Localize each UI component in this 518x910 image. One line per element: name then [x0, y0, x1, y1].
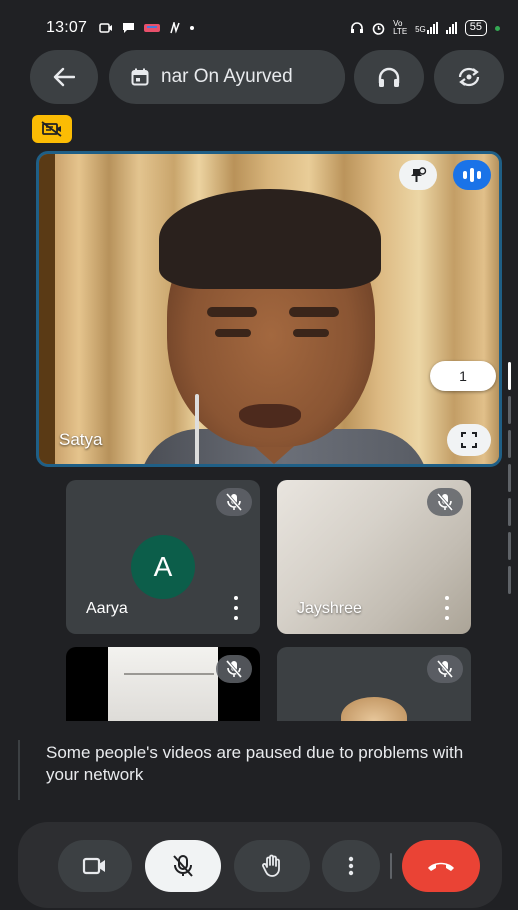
scroll-segment: [508, 396, 511, 424]
dot: [445, 616, 449, 620]
hair: [159, 189, 381, 289]
pin-icon: [411, 167, 427, 182]
n-app-icon: [170, 22, 180, 34]
main-tile-name: Satya: [59, 430, 103, 449]
audio-level-icon: [463, 171, 467, 179]
video-camera-icon: [82, 857, 105, 875]
audio-level-indicator: [453, 160, 491, 190]
dot: [234, 606, 238, 610]
right-eye: [293, 329, 329, 337]
end-call-button[interactable]: [402, 840, 480, 892]
scroll-segment: [508, 566, 511, 594]
video-paused-badge[interactable]: [32, 115, 72, 143]
five-g-signal: 5G: [415, 22, 438, 34]
left-eye: [215, 329, 251, 337]
mic-off-icon: [437, 493, 453, 511]
more-vert-icon: [348, 856, 354, 876]
chat-icon: [123, 23, 135, 33]
participant-tile[interactable]: [66, 647, 260, 721]
raise-hand-icon: [262, 854, 280, 877]
back-button[interactable]: [30, 50, 98, 104]
avatar: A: [131, 535, 195, 599]
participant-tile[interactable]: A Aarya: [66, 480, 260, 634]
scroll-segment: [508, 430, 511, 458]
scroll-segment: [508, 362, 511, 390]
headset-status-icon: [351, 22, 364, 33]
muted-indicator: [427, 488, 463, 516]
participant-name: Jayshree: [297, 600, 362, 617]
speaker-video-feed: [139, 189, 429, 464]
audio-bar: [470, 168, 474, 182]
controls-separator: [390, 853, 392, 879]
fullscreen-icon: [461, 432, 477, 448]
tile-scrollbar[interactable]: [508, 362, 512, 602]
headphones-icon: [378, 67, 400, 87]
meeting-title-pill[interactable]: nar On Ayurved: [109, 50, 345, 104]
meeting-title: nar On Ayurved: [161, 66, 293, 87]
switch-camera-icon: [458, 67, 480, 87]
status-right-icons: Vo LTE 5G 55: [350, 20, 500, 36]
alarm-icon: [372, 22, 385, 35]
signal-bars-icon: [445, 22, 457, 34]
calendar-icon: [131, 68, 149, 86]
mic-off-icon: [226, 660, 242, 678]
participant-tile[interactable]: [277, 647, 471, 721]
mic-off-icon: [437, 660, 453, 678]
participant-name: Aarya: [86, 600, 128, 617]
network-notice: Some people's videos are paused due to p…: [0, 722, 518, 808]
pin-button[interactable]: [399, 160, 437, 190]
dot: [445, 606, 449, 610]
participant-tile[interactable]: Jayshree: [277, 480, 471, 634]
audio-output-button[interactable]: [354, 50, 424, 104]
mic-off-icon: [173, 855, 193, 877]
earphone-wire: [195, 394, 199, 464]
scroll-segment: [508, 498, 511, 526]
notification-dot: [190, 26, 195, 30]
participant-options-button[interactable]: [226, 596, 246, 620]
call-end-icon: [428, 862, 454, 871]
more-vert-icon: [445, 596, 449, 600]
participant-avatar-image: [341, 697, 407, 721]
muted-indicator: [216, 655, 252, 683]
volte-label: Vo LTE: [393, 19, 408, 36]
microphone-toggle-button[interactable]: [145, 840, 221, 892]
screen-record-icon: [99, 23, 113, 33]
muted-indicator: [216, 488, 252, 516]
status-time: 13:07: [46, 19, 88, 36]
tile-page-indicator[interactable]: 1: [430, 361, 496, 391]
five-g-label: 5G: [415, 25, 426, 34]
privacy-dot: [495, 25, 500, 31]
main-video-tile[interactable]: Satya: [36, 151, 502, 467]
participant-video-feed: [108, 647, 218, 721]
scroll-segment: [508, 532, 511, 560]
dot: [234, 616, 238, 620]
video-shadow: [39, 154, 55, 464]
more-options-button[interactable]: [322, 840, 380, 892]
video-off-icon: [41, 121, 62, 137]
app-notification-icon: [144, 24, 161, 32]
network-notice-text: Some people's videos are paused due to p…: [46, 743, 464, 784]
left-brow: [207, 307, 257, 317]
arrow-left-icon: [53, 67, 75, 87]
mouth: [239, 404, 301, 428]
audio-bar: [477, 171, 481, 179]
mic-off-icon: [226, 493, 242, 511]
fullscreen-button[interactable]: [447, 424, 491, 456]
scroll-segment: [508, 464, 511, 492]
video-detail: [124, 673, 214, 675]
status-left-icons: [99, 22, 195, 34]
battery-indicator: 55: [464, 20, 487, 36]
call-controls-bar: [18, 822, 502, 908]
raise-hand-button[interactable]: [234, 840, 310, 892]
meeting-top-bar: nar On Ayurved: [0, 50, 518, 106]
switch-camera-button[interactable]: [434, 50, 504, 104]
more-vert-icon: [234, 596, 238, 600]
participant-options-button[interactable]: [437, 596, 457, 620]
notice-divider: [18, 740, 20, 800]
right-brow: [289, 307, 339, 317]
muted-indicator: [427, 655, 463, 683]
status-bar: 13:07 Vo LTE 5G 55: [0, 0, 518, 56]
camera-toggle-button[interactable]: [58, 840, 132, 892]
